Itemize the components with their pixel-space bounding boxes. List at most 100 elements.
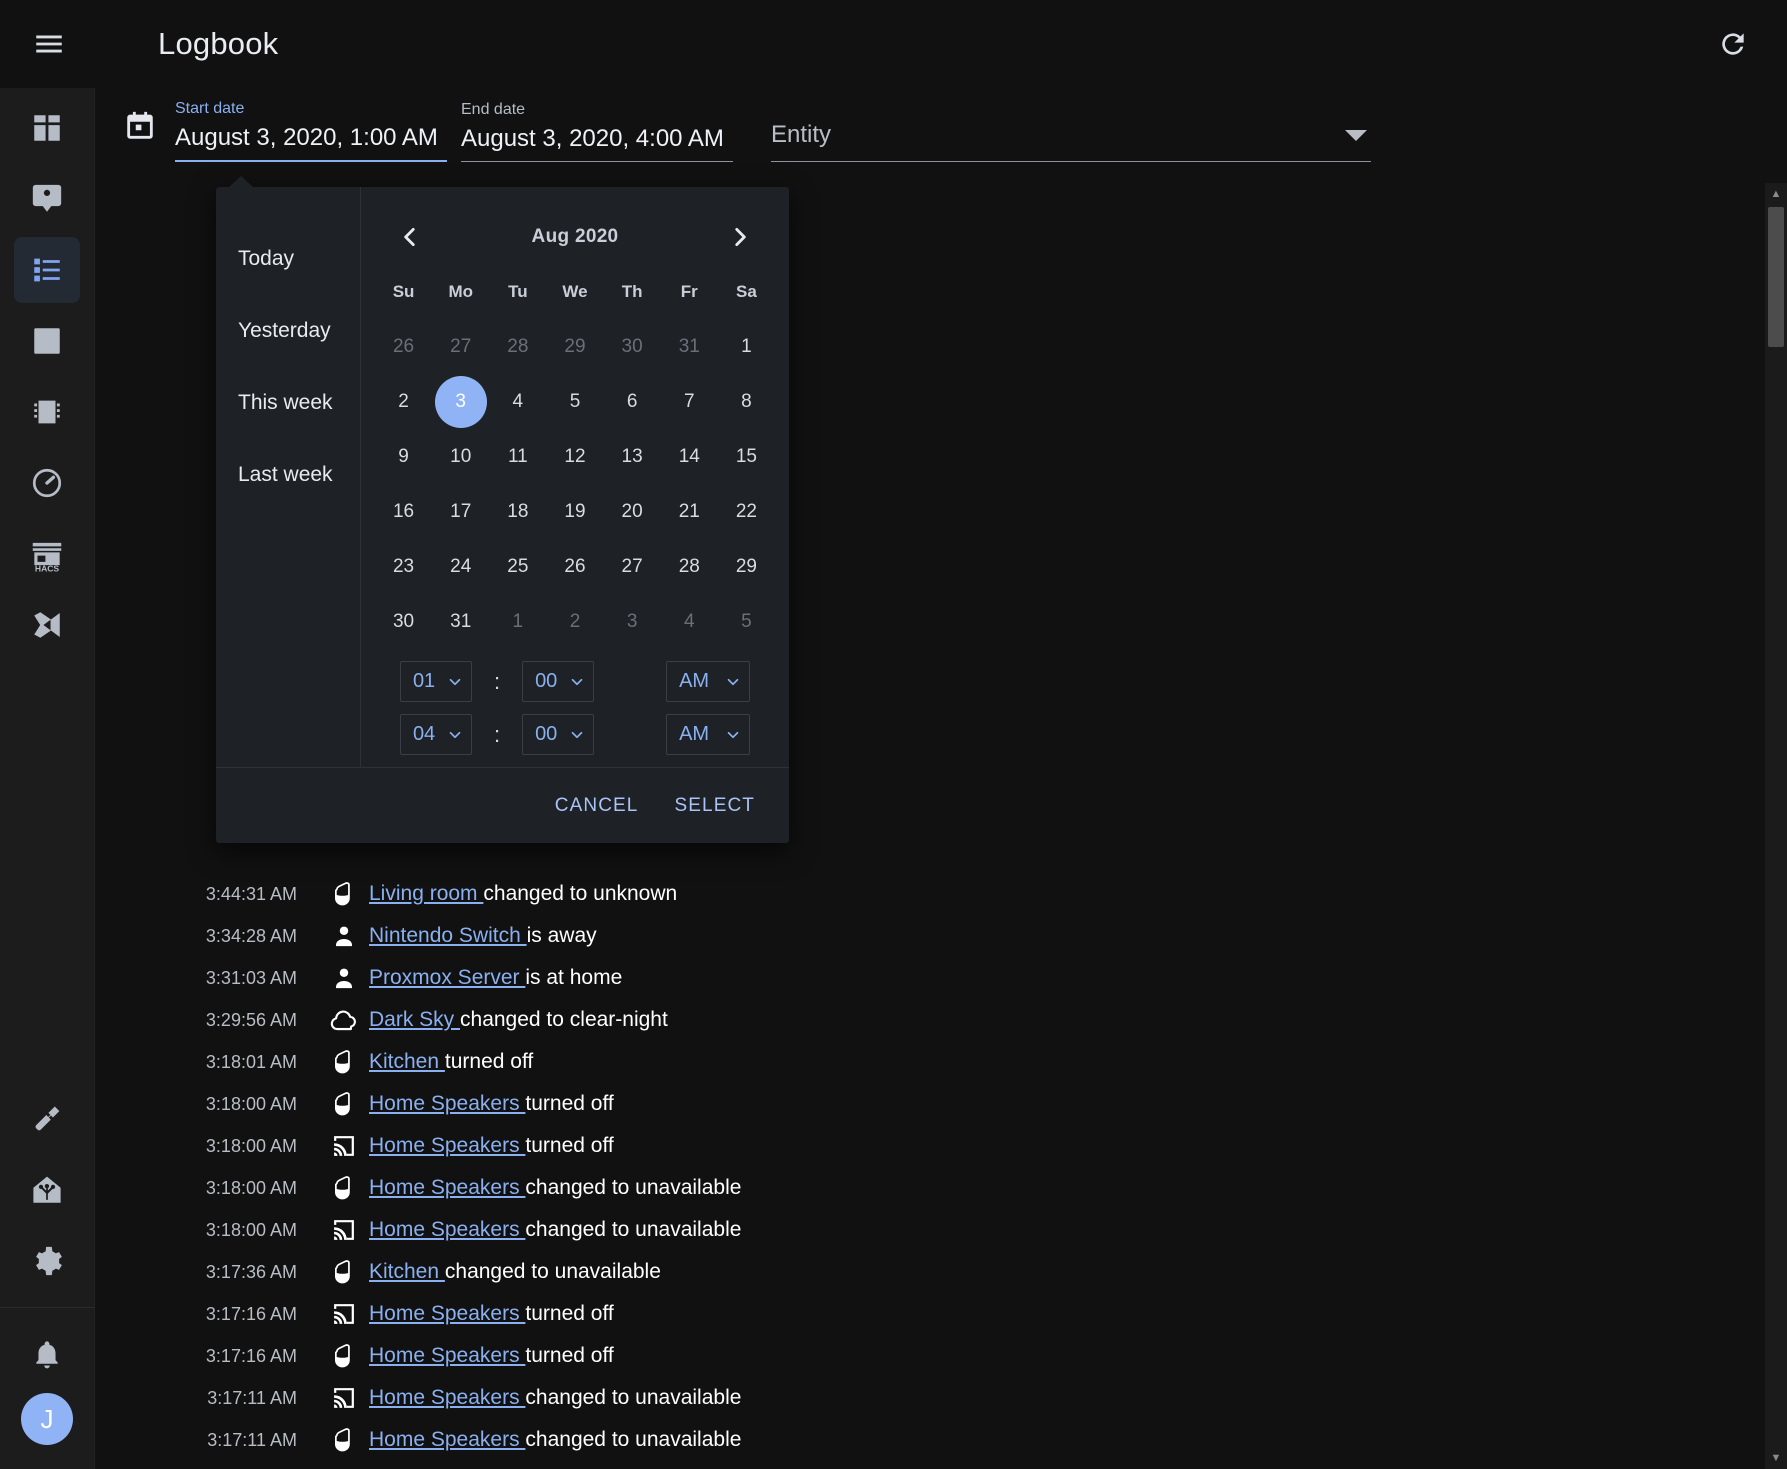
- sidebar-item-overview[interactable]: [14, 95, 80, 161]
- calendar-day[interactable]: 2: [375, 374, 432, 429]
- select-button[interactable]: SELECT: [656, 785, 773, 827]
- entry-entity-link[interactable]: Living room: [369, 882, 483, 905]
- entry-entity-link[interactable]: Home Speakers: [369, 1218, 525, 1241]
- calendar-day[interactable]: 30: [604, 319, 661, 374]
- calendar-day[interactable]: 27: [604, 539, 661, 594]
- entry-entity-link[interactable]: Home Speakers: [369, 1344, 525, 1367]
- sidebar-item-map[interactable]: [14, 166, 80, 232]
- calendar-day[interactable]: 30: [375, 594, 432, 649]
- cancel-button[interactable]: CANCEL: [537, 785, 657, 827]
- calendar-day[interactable]: 28: [489, 319, 546, 374]
- calendar-day[interactable]: 29: [718, 539, 775, 594]
- entity-picker[interactable]: Entity: [771, 121, 1371, 162]
- minute-select[interactable]: 00: [522, 714, 595, 755]
- entry-entity-link[interactable]: Home Speakers: [369, 1176, 525, 1199]
- sidebar-item-hacs[interactable]: HACS: [14, 521, 80, 587]
- chevron-left-icon[interactable]: [393, 220, 427, 254]
- calendar-day[interactable]: 23: [375, 539, 432, 594]
- sidebar-item-hardware[interactable]: [14, 379, 80, 445]
- calendar-day[interactable]: 5: [546, 374, 603, 429]
- hour-select[interactable]: 04: [399, 714, 472, 755]
- sidebar-item-logbook[interactable]: [14, 237, 80, 303]
- sidebar-item-vscode[interactable]: [14, 592, 80, 658]
- sidebar-item-configuration[interactable]: [14, 1228, 80, 1294]
- calendar-day[interactable]: 28: [661, 539, 718, 594]
- calendar-day[interactable]: 8: [718, 374, 775, 429]
- hour-select[interactable]: 01: [399, 661, 472, 702]
- scroll-thumb[interactable]: [1768, 207, 1784, 347]
- sidebar-item-supervisor[interactable]: [14, 1157, 80, 1223]
- calendar-day[interactable]: 31: [432, 594, 489, 649]
- entry-entity-link[interactable]: Home Speakers: [369, 1386, 525, 1409]
- sidebar-item-gauge[interactable]: [14, 450, 80, 516]
- calendar-day[interactable]: 25: [489, 539, 546, 594]
- entry-entity-link[interactable]: Dark Sky: [369, 1008, 460, 1031]
- entry-entity-link[interactable]: Kitchen: [369, 1050, 445, 1073]
- entry-entity-link[interactable]: Home Speakers: [369, 1302, 525, 1325]
- hamburger-menu-icon[interactable]: [16, 11, 82, 77]
- scroll-up-arrow[interactable]: ▲: [1765, 183, 1787, 205]
- calendar-day[interactable]: 22: [718, 484, 775, 539]
- calendar-day[interactable]: 14: [661, 429, 718, 484]
- picker-shortcut[interactable]: Yesterday: [216, 295, 360, 367]
- entry-entity-link[interactable]: Proxmox Server: [369, 966, 525, 989]
- calendar-day[interactable]: 2: [546, 594, 603, 649]
- calendar-day-label: 28: [507, 335, 529, 357]
- calendar-day[interactable]: 3: [604, 594, 661, 649]
- person-icon: [319, 964, 369, 992]
- calendar-day[interactable]: 27: [432, 319, 489, 374]
- calendar-day[interactable]: 26: [546, 539, 603, 594]
- calendar-day[interactable]: 17: [432, 484, 489, 539]
- calendar-day[interactable]: 4: [661, 594, 718, 649]
- calendar-day[interactable]: 10: [432, 429, 489, 484]
- picker-shortcut[interactable]: This week: [216, 367, 360, 439]
- chevron-down-icon[interactable]: [1345, 129, 1367, 141]
- refresh-icon[interactable]: [1717, 28, 1749, 60]
- calendar-day-label: 5: [569, 390, 581, 412]
- calendar-day[interactable]: 9: [375, 429, 432, 484]
- user-avatar[interactable]: J: [21, 1393, 73, 1445]
- entry-entity-link[interactable]: Nintendo Switch: [369, 924, 527, 947]
- picker-shortcut[interactable]: Last week: [216, 439, 360, 511]
- calendar-day-selected[interactable]: 3: [432, 374, 489, 429]
- sidebar-item-notifications[interactable]: [14, 1322, 80, 1388]
- calendar-day[interactable]: 5: [718, 594, 775, 649]
- calendar-day[interactable]: 21: [661, 484, 718, 539]
- calendar-day[interactable]: 4: [489, 374, 546, 429]
- meridiem-select[interactable]: AM: [666, 714, 751, 755]
- entry-timestamp: 3:17:16 AM: [205, 1345, 297, 1366]
- start-date-field[interactable]: Start date August 3, 2020, 1:00 AM: [175, 100, 447, 162]
- calendar-day-label: 30: [621, 335, 643, 357]
- picker-shortcut[interactable]: Today: [216, 223, 360, 295]
- calendar-day[interactable]: 1: [489, 594, 546, 649]
- scroll-down-arrow[interactable]: ▼: [1765, 1447, 1787, 1469]
- calendar-day[interactable]: 12: [546, 429, 603, 484]
- calendar-day-label: 20: [621, 500, 643, 522]
- calendar-day[interactable]: 26: [375, 319, 432, 374]
- calendar-day[interactable]: 6: [604, 374, 661, 429]
- entry-entity-link[interactable]: Kitchen: [369, 1260, 445, 1283]
- vertical-scrollbar[interactable]: ▲ ▼: [1765, 183, 1787, 1469]
- calendar-day[interactable]: 7: [661, 374, 718, 429]
- entry-entity-link[interactable]: Home Speakers: [369, 1134, 525, 1157]
- minute-select[interactable]: 00: [522, 661, 595, 702]
- calendar-day[interactable]: 20: [604, 484, 661, 539]
- sidebar-item-history[interactable]: [14, 308, 80, 374]
- entry-entity-link[interactable]: Home Speakers: [369, 1428, 525, 1451]
- calendar-day[interactable]: 13: [604, 429, 661, 484]
- meridiem-select[interactable]: AM: [666, 661, 751, 702]
- sidebar-item-developer-tools[interactable]: [14, 1086, 80, 1152]
- calendar-day[interactable]: 31: [661, 319, 718, 374]
- calendar-day[interactable]: 11: [489, 429, 546, 484]
- calendar-day[interactable]: 18: [489, 484, 546, 539]
- calendar-day[interactable]: 29: [546, 319, 603, 374]
- end-date-field[interactable]: End date August 3, 2020, 4:00 AM: [461, 101, 733, 162]
- calendar-day[interactable]: 16: [375, 484, 432, 539]
- calendar-day[interactable]: 24: [432, 539, 489, 594]
- chevron-right-icon[interactable]: [723, 220, 757, 254]
- entry-entity-link[interactable]: Home Speakers: [369, 1092, 525, 1115]
- calendar-icon[interactable]: [123, 109, 157, 148]
- calendar-day[interactable]: 15: [718, 429, 775, 484]
- calendar-day[interactable]: 19: [546, 484, 603, 539]
- calendar-day[interactable]: 1: [718, 319, 775, 374]
